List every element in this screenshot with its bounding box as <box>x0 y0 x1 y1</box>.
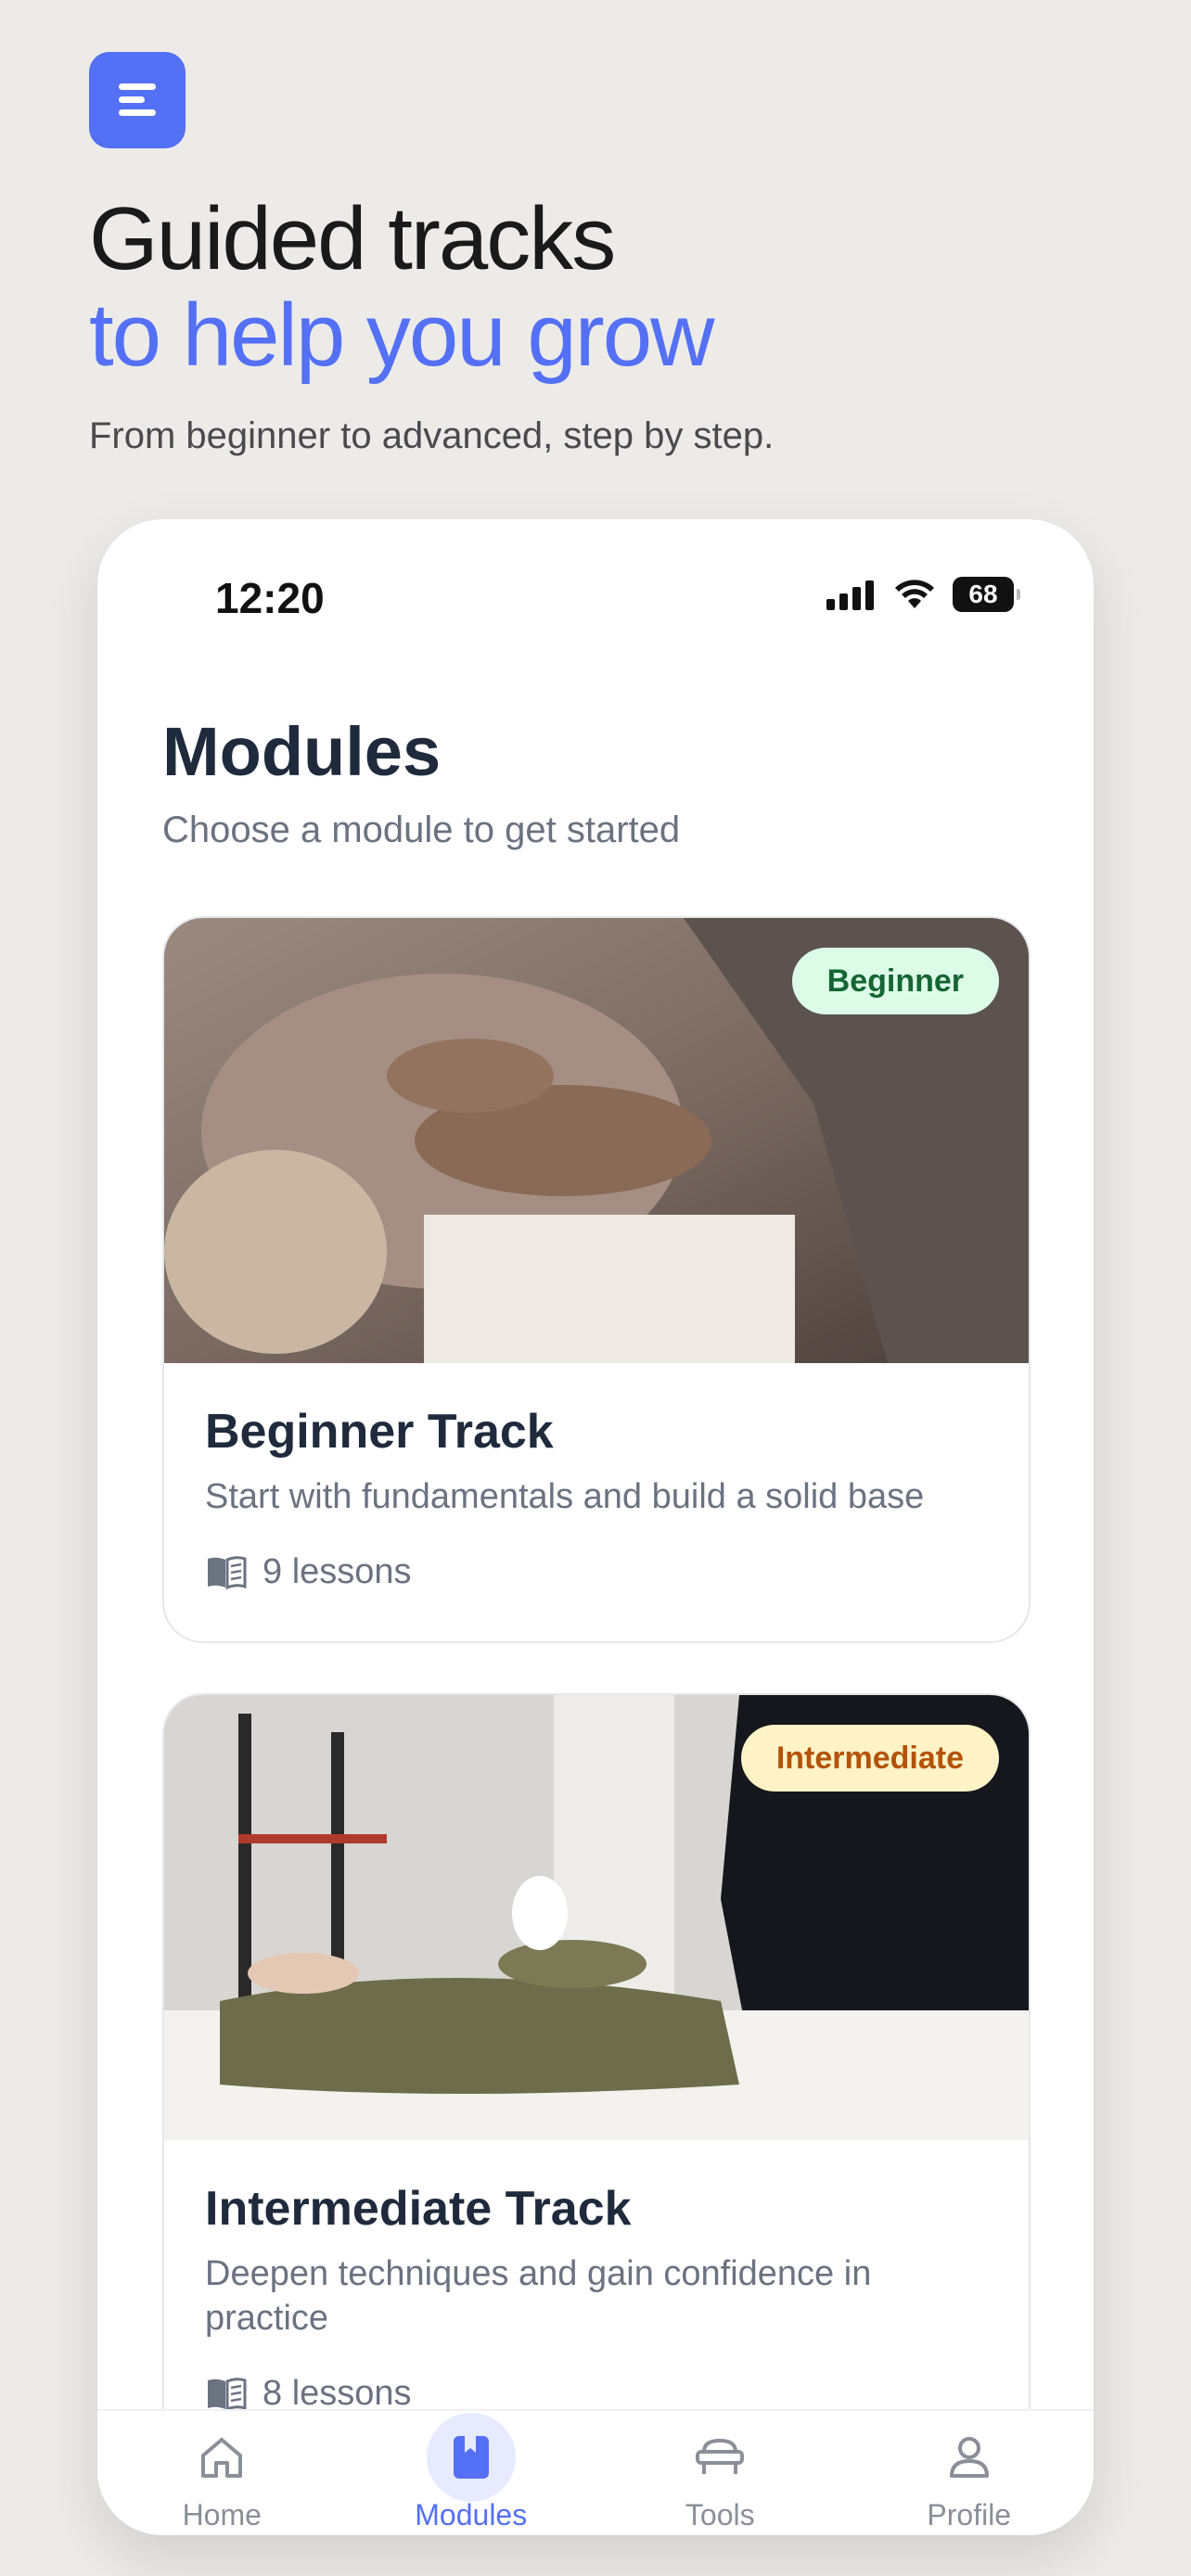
status-time: 12:20 <box>215 574 325 622</box>
module-card-intermediate[interactable]: Intermediate Intermediate Track Deepen t… <box>162 1693 1031 2531</box>
wifi-icon <box>895 580 934 608</box>
menu-icon <box>119 83 156 116</box>
user-icon <box>949 2437 989 2478</box>
nav-item-home[interactable]: Home <box>97 2411 347 2535</box>
page-subtitle: Choose a module to get started <box>162 810 681 850</box>
hero-title: Guided tracks to help you grow <box>89 189 714 385</box>
module-title: Beginner Track <box>205 1405 554 1459</box>
phone-mockup: 12:20 68 Modules Choose a module to get … <box>97 519 1094 2535</box>
module-description: Deepen techniques and gain confidence in… <box>205 2254 872 2338</box>
lessons-label: 9 lessons <box>263 1552 412 1591</box>
module-description: Start with fundamentals and build a soli… <box>205 1477 925 1516</box>
lessons-count: 9 lessons <box>205 1552 988 1592</box>
nav-item-tools[interactable]: Tools <box>596 2411 845 2535</box>
hero-title-line1: Guided tracks <box>89 189 616 288</box>
module-image: Intermediate <box>164 1695 1029 2140</box>
level-badge: Intermediate <box>740 1725 999 1792</box>
nav-label-profile: Profile <box>927 2498 1012 2531</box>
lessons-label: 8 lessons <box>263 2374 412 2413</box>
massage-table-icon <box>696 2438 745 2474</box>
book-open-icon <box>208 1555 247 1589</box>
battery-icon: 68 <box>953 577 1020 612</box>
book-icon <box>453 2436 489 2479</box>
home-icon <box>201 2438 243 2478</box>
nav-item-modules[interactable]: Modules <box>347 2411 596 2535</box>
module-title: Intermediate Track <box>205 2182 632 2236</box>
hero-title-line2: to help you grow <box>89 286 714 385</box>
nav-item-profile[interactable]: Profile <box>845 2411 1095 2535</box>
hero-subtitle: From beginner to advanced, step by step. <box>89 415 775 456</box>
status-bar: 12:20 68 <box>97 519 1094 677</box>
nav-label-modules: Modules <box>415 2498 528 2531</box>
level-badge: Beginner <box>791 948 999 1014</box>
nav-label-tools: Tools <box>685 2498 755 2531</box>
menu-button[interactable] <box>89 52 186 148</box>
bottom-nav: Home Modules Tools Profile <box>97 2409 1094 2535</box>
lessons-count: 8 lessons <box>205 2374 988 2414</box>
nav-label-home: Home <box>182 2498 262 2531</box>
page-title: Modules <box>162 713 442 790</box>
module-image: Beginner <box>164 918 1029 1363</box>
module-card-beginner[interactable]: Beginner Beginner Track Start with funda… <box>162 916 1031 1643</box>
book-open-icon <box>208 2377 247 2411</box>
signal-icon <box>826 580 874 610</box>
status-icons: 68 <box>826 577 1020 612</box>
